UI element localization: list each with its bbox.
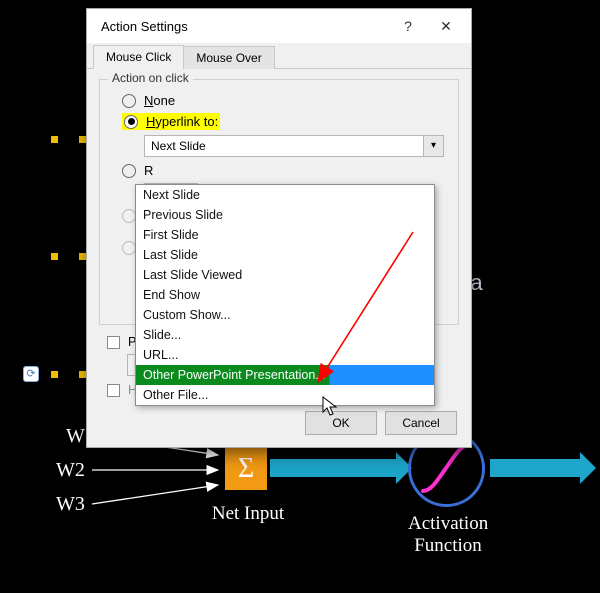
dropdown-item[interactable]: Other File...: [136, 385, 434, 405]
selection-handle[interactable]: [50, 252, 59, 261]
net-input-caption: Net Input: [208, 503, 288, 525]
ok-button[interactable]: OK: [305, 411, 377, 435]
dropdown-item[interactable]: Custom Show...: [136, 305, 434, 325]
dropdown-item-highlighted[interactable]: Other PowerPoint Presentation...: [136, 365, 434, 385]
dialog-button-row: OK Cancel: [87, 399, 471, 447]
dialog-title: Action Settings: [101, 19, 188, 34]
hyperlink-combo[interactable]: Next Slide ▾: [144, 135, 444, 157]
group-label: Action on click: [108, 71, 193, 85]
radio-run-program-label: R: [144, 163, 153, 178]
radio-icon: [122, 94, 136, 108]
dropdown-item[interactable]: Slide...: [136, 325, 434, 345]
weight-label-w2: W2: [56, 459, 85, 482]
hyperlink-combo-value: Next Slide: [145, 139, 423, 153]
radio-icon: [122, 241, 136, 255]
radio-run-program[interactable]: R: [122, 163, 450, 178]
dropdown-item[interactable]: Previous Slide: [136, 205, 434, 225]
tab-mouse-click[interactable]: Mouse Click: [93, 45, 184, 69]
radio-icon: [122, 164, 136, 178]
rotation-handle-icon[interactable]: ⟳: [23, 366, 39, 382]
radio-none-label: None: [144, 93, 175, 108]
radio-hyperlink[interactable]: Hyperlink to:: [122, 113, 450, 130]
activation-caption: ActivationFunction: [408, 513, 488, 557]
dropdown-item[interactable]: Next Slide: [136, 185, 434, 205]
mouse-cursor-icon: [322, 396, 340, 418]
tab-strip: Mouse Click Mouse Over: [87, 43, 471, 69]
tab-mouse-over[interactable]: Mouse Over: [183, 46, 274, 69]
radio-hyperlink-label: Hyperlink to:: [146, 114, 218, 129]
dropdown-item[interactable]: Last Slide Viewed: [136, 265, 434, 285]
selection-handle[interactable]: [50, 135, 59, 144]
dropdown-item[interactable]: URL...: [136, 345, 434, 365]
hyperlink-dropdown-list[interactable]: Next Slide Previous Slide First Slide La…: [135, 184, 435, 406]
selection-handle[interactable]: [50, 370, 59, 379]
help-button[interactable]: ?: [389, 12, 427, 40]
weight-label-w1: W: [66, 425, 85, 448]
dropdown-item[interactable]: Last Slide: [136, 245, 434, 265]
cancel-button[interactable]: Cancel: [385, 411, 457, 435]
close-button[interactable]: ✕: [427, 12, 465, 40]
dropdown-item[interactable]: First Slide: [136, 225, 434, 245]
sigma-net-input-block: Σ: [225, 448, 267, 490]
radio-icon: [122, 209, 136, 223]
dialog-titlebar[interactable]: Action Settings ? ✕: [87, 9, 471, 43]
chevron-down-icon[interactable]: ▾: [423, 136, 443, 156]
activation-out-arrow: [490, 459, 580, 477]
dropdown-item[interactable]: End Show: [136, 285, 434, 305]
checkbox-icon: [107, 336, 120, 349]
net-to-activation-arrow: [270, 459, 396, 477]
radio-icon: [124, 115, 138, 129]
checkbox-icon: [107, 384, 120, 397]
weight-label-w3: W3: [56, 493, 85, 516]
radio-none[interactable]: None: [122, 93, 450, 108]
